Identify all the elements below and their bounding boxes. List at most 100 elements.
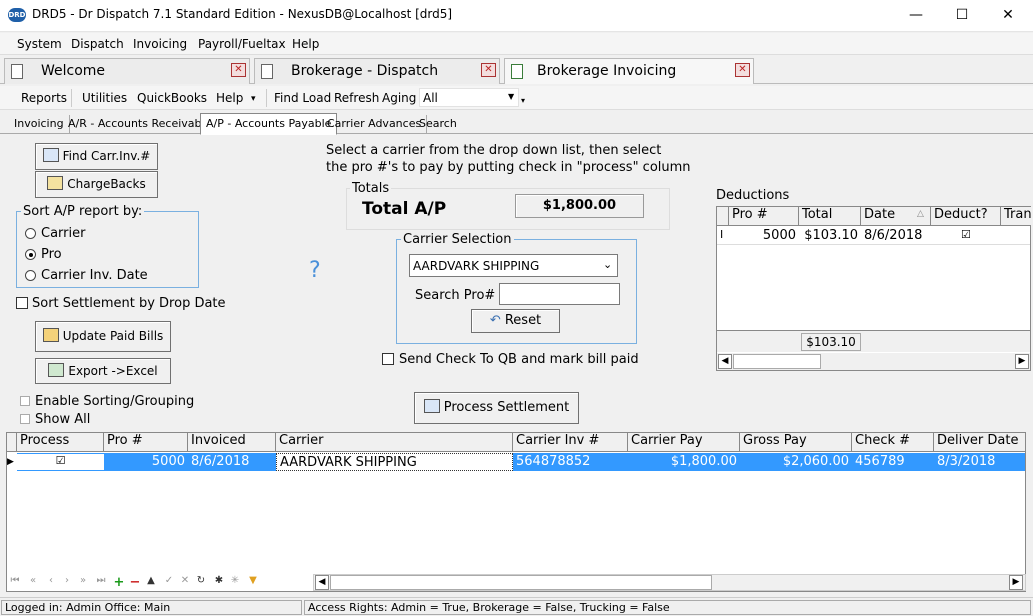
show-all-checkbox[interactable] [20,414,30,424]
sort-settlement-checkbox[interactable] [16,297,28,309]
scroll-right-icon[interactable]: ▶ [1009,575,1023,590]
row-carrier-pay: $1,800.00 [670,454,737,469]
total-ap-title: Total A/P [362,199,447,219]
reset-button[interactable]: ↶ Reset [471,309,560,333]
menu-system[interactable]: System [17,37,62,51]
reports-button[interactable]: Reports [21,91,67,105]
row-carrier[interactable]: AARDVARK SHIPPING [276,453,513,471]
update-paid-bills-button[interactable]: Update Paid Bills [35,321,171,352]
col-check[interactable]: Check # [852,433,934,452]
scroll-left-icon[interactable]: ◀ [315,575,329,590]
table-row[interactable]: I 5000 $103.10 8/6/2018 ☑ [717,226,1030,245]
post-record-icon[interactable]: ✓ [162,575,176,589]
col-carrier-pay[interactable]: Carrier Pay [628,433,740,452]
goto-bookmark-icon[interactable]: ✳ [228,575,242,589]
menu-dispatch[interactable]: Dispatch [71,37,124,51]
row-pointer-icon: ▶ [7,453,17,471]
deductions-horizontal-scrollbar[interactable]: ◀ ▶ [717,353,1030,370]
col-carrier[interactable]: Carrier [276,433,513,452]
menu-help[interactable]: Help [292,37,319,51]
tab-accounts-receivable[interactable]: A/R - Accounts Receivable [63,115,218,134]
tab-search[interactable]: Search [414,115,462,134]
col-gross-pay[interactable]: Gross Pay [740,433,852,452]
export-excel-button[interactable]: Export ->Excel [35,358,171,384]
find-carrier-invoice-button[interactable]: Find Carr.Inv.# [35,143,158,170]
deduct-checkbox[interactable]: ☑ [961,228,971,241]
chargebacks-button[interactable]: ChargeBacks [35,171,158,198]
spreadsheet-icon [511,64,523,79]
toolbar-help-button[interactable]: Help [216,91,243,105]
sort-ap-label: Sort A/P report by: [21,204,145,219]
sort-carrier-radio[interactable] [25,228,36,239]
toolbar-overflow-icon[interactable]: ▾ [521,96,525,105]
minimize-button[interactable]: — [893,0,939,31]
sort-carrier-inv-date-radio[interactable] [25,270,36,281]
deductions-col-pro[interactable]: Pro # [729,207,799,226]
col-carrier-inv[interactable]: Carrier Inv # [513,433,628,452]
process-checkbox[interactable]: ☑ [17,454,104,470]
close-tab-icon[interactable]: ✕ [231,63,246,77]
edit-record-icon[interactable]: ▲ [144,575,158,589]
deductions-col-tran[interactable]: Tran [1001,207,1031,226]
show-all-label: Show All [35,412,91,427]
menu-payroll-fueltax[interactable]: Payroll/Fueltax [198,37,286,51]
status-login: Logged in: Admin Office: Main [1,600,302,615]
refresh-icon[interactable]: ↻ [194,575,208,589]
prior-page-icon[interactable]: « [26,575,40,589]
aging-label: Aging [382,91,417,105]
row-invoiced: 8/6/2018 [191,454,250,469]
help-question-icon[interactable]: ? [309,258,321,283]
prior-record-icon[interactable]: ‹ [44,575,58,589]
chargebacks-label: ChargeBacks [67,177,146,191]
tab-carrier-advances[interactable]: Carrier Advances [322,115,428,134]
col-invoiced[interactable]: Invoiced [188,433,276,452]
first-record-icon[interactable]: ⏮ [8,575,22,589]
utilities-button[interactable]: Utilities [82,91,127,105]
process-settlement-button[interactable]: Process Settlement [414,392,579,424]
send-check-checkbox[interactable] [382,353,394,365]
col-process[interactable]: Process [17,433,104,452]
tab-brokerage-invoicing[interactable]: Brokerage Invoicing ✕ [504,58,754,84]
col-deliver-date[interactable]: Deliver Date [934,433,1025,452]
add-record-icon[interactable]: + [112,575,126,590]
scroll-thumb[interactable] [330,575,712,590]
deductions-col-total[interactable]: Total [799,207,861,226]
enable-sorting-label: Enable Sorting/Grouping [35,394,195,409]
export-excel-label: Export ->Excel [68,364,158,378]
toolbar-overflow-icon[interactable]: ▾ [251,94,256,104]
text-cursor-icon: I [720,228,724,241]
next-page-icon[interactable]: » [76,575,90,589]
carrier-select[interactable]: AARDVARK SHIPPING ⌄ [409,254,618,277]
filter-icon[interactable]: ▼ [246,575,260,589]
tab-brokerage-dispatch[interactable]: Brokerage - Dispatch ✕ [254,58,500,84]
menu-invoicing[interactable]: Invoicing [133,37,187,51]
search-pro-input[interactable] [499,283,620,305]
col-pro[interactable]: Pro # [104,433,188,452]
last-record-icon[interactable]: ⏭ [94,575,108,589]
sort-pro-radio[interactable] [25,249,36,260]
enable-sorting-checkbox[interactable] [20,396,30,406]
cancel-record-icon[interactable]: ✕ [178,575,192,589]
close-tab-icon[interactable]: ✕ [481,63,496,77]
close-tab-icon[interactable]: ✕ [735,63,750,77]
scroll-left-icon[interactable]: ◀ [718,354,732,369]
tab-invoicing[interactable]: Invoicing [9,115,70,134]
find-load-button[interactable]: Find Load [274,91,331,105]
tab-accounts-payable[interactable]: A/P - Accounts Payable [200,113,338,135]
delete-record-icon[interactable]: − [128,575,142,590]
main-horizontal-scrollbar[interactable]: ◀ ▶ [313,574,1026,591]
table-row[interactable]: ▶ ☑ 5000 8/6/2018 AARDVARK SHIPPING 5648… [7,453,1025,471]
quickbooks-button[interactable]: QuickBooks [137,91,207,105]
scroll-thumb[interactable] [733,354,821,369]
bookmark-icon[interactable]: ✱ [212,575,226,589]
chevron-down-icon: ⌄ [603,258,613,271]
refresh-button[interactable]: Refresh [334,91,379,105]
tab-welcome[interactable]: Welcome ✕ [4,58,250,84]
next-record-icon[interactable]: › [60,575,74,589]
close-window-button[interactable]: ✕ [985,0,1031,31]
maximize-button[interactable]: ☐ [939,0,985,31]
deductions-col-date[interactable]: Date △ [861,207,931,226]
aging-select[interactable]: All ▼ [419,88,519,107]
scroll-right-icon[interactable]: ▶ [1015,354,1029,369]
deductions-col-deduct[interactable]: Deduct? [931,207,1001,226]
